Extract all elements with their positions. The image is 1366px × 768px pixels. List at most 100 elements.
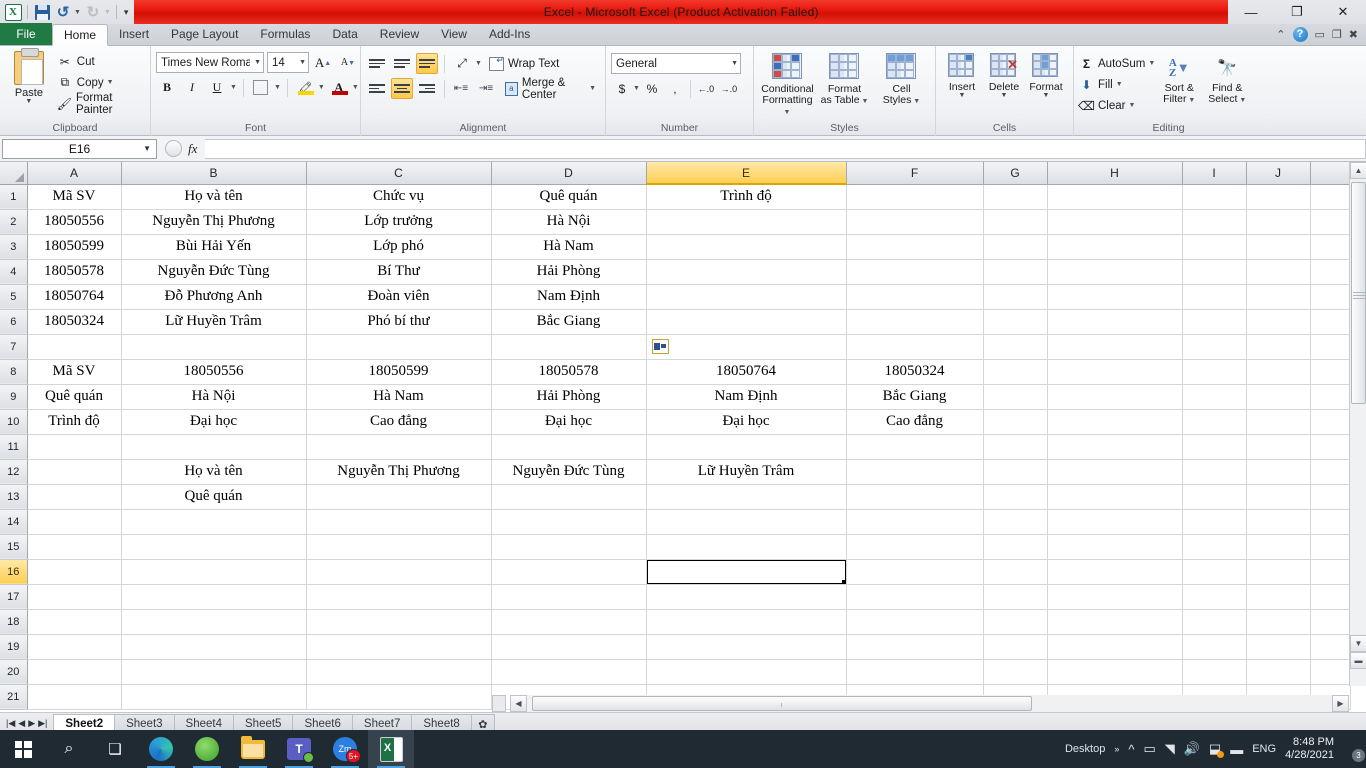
tab-formulas[interactable]: Formulas — [249, 23, 321, 45]
cell-J14[interactable] — [1246, 509, 1311, 535]
cell-J7[interactable] — [1246, 334, 1311, 360]
cell-A12[interactable] — [27, 459, 122, 485]
cell-F16[interactable] — [846, 559, 984, 585]
unikey-icon[interactable] — [184, 730, 230, 768]
scroll-left-button[interactable]: ◀ — [510, 695, 527, 712]
prev-sheet-button[interactable]: ◀ — [18, 718, 25, 729]
cell-D10[interactable]: Đại học — [491, 409, 647, 435]
cell-G19[interactable] — [983, 634, 1048, 660]
cell-F14[interactable] — [846, 509, 984, 535]
split-pane-button[interactable]: ▬ — [1350, 652, 1366, 669]
cell-1[interactable] — [1310, 184, 1351, 210]
cell-B4[interactable]: Nguyễn Đức Tùng — [121, 259, 307, 285]
cell-D12[interactable]: Nguyễn Đức Tùng — [491, 459, 647, 485]
cell-E3[interactable] — [646, 234, 847, 260]
cell-H19[interactable] — [1047, 634, 1183, 660]
borders-dropdown-icon[interactable]: ▼ — [274, 84, 281, 91]
cell-H8[interactable] — [1047, 359, 1183, 385]
cell-H20[interactable] — [1047, 659, 1183, 685]
cell-B5[interactable]: Đỗ Phương Anh — [121, 284, 307, 310]
desktop-peek-label[interactable]: Desktop — [1065, 743, 1105, 755]
cell-B19[interactable] — [121, 634, 307, 660]
cell-E20[interactable] — [646, 659, 847, 685]
cell-C12[interactable]: Nguyễn Thị Phương — [306, 459, 492, 485]
bold-button[interactable]: B — [156, 77, 178, 98]
insert-function-icon[interactable]: fx — [188, 141, 197, 157]
cell-A6[interactable]: 18050324 — [27, 309, 122, 335]
doc-restore-icon[interactable]: ❐ — [1332, 28, 1342, 41]
row-header-15[interactable]: 15 — [0, 534, 28, 560]
cell-C9[interactable]: Hà Nam — [306, 384, 492, 410]
cell-20[interactable] — [1310, 659, 1351, 685]
font-name-combo[interactable]: Times New Roman ▼ — [156, 52, 264, 73]
cell-I3[interactable] — [1182, 234, 1247, 260]
sort-filter-dropdown-icon[interactable]: ▼ — [1188, 97, 1195, 104]
cell-A16[interactable] — [27, 559, 122, 585]
cell-C14[interactable] — [306, 509, 492, 535]
fill-color-dropdown-icon[interactable]: ▼ — [318, 84, 325, 91]
tab-data[interactable]: Data — [321, 23, 368, 45]
cell-I9[interactable] — [1182, 384, 1247, 410]
cell-J1[interactable] — [1246, 184, 1311, 210]
cell-F1[interactable] — [846, 184, 984, 210]
teams-icon[interactable]: T — [276, 730, 322, 768]
delete-cells-button[interactable]: ✕ Delete ▼ — [983, 51, 1025, 99]
cell-9[interactable] — [1310, 384, 1351, 410]
underline-dropdown-icon[interactable]: ▼ — [230, 84, 237, 91]
task-view-icon[interactable]: ❏ — [92, 730, 138, 768]
undo-dropdown-icon[interactable]: ▼ — [74, 9, 81, 16]
cell-E10[interactable]: Đại học — [646, 409, 847, 435]
cell-B21[interactable] — [121, 684, 307, 710]
doc-minimize-icon[interactable]: ▭ — [1315, 28, 1325, 41]
cell-A8[interactable]: Mã SV — [27, 359, 122, 385]
autosum-dropdown-icon[interactable]: ▼ — [1148, 60, 1155, 67]
cell-B20[interactable] — [121, 659, 307, 685]
cell-B15[interactable] — [121, 534, 307, 560]
cell-I11[interactable] — [1182, 434, 1247, 460]
font-color-dropdown-icon[interactable]: ▼ — [352, 84, 359, 91]
cell-H15[interactable] — [1047, 534, 1183, 560]
cell-A13[interactable] — [27, 484, 122, 510]
cell-C1[interactable]: Chức vụ — [306, 184, 492, 210]
column-header-c[interactable]: C — [306, 162, 492, 185]
increase-indent-button[interactable]: ⇥≡ — [476, 78, 498, 99]
cell-D17[interactable] — [491, 584, 647, 610]
cell-J15[interactable] — [1246, 534, 1311, 560]
tab-review[interactable]: Review — [369, 23, 430, 45]
tab-split-handle[interactable] — [492, 695, 506, 712]
cell-D9[interactable]: Hải Phòng — [491, 384, 647, 410]
cell-J3[interactable] — [1246, 234, 1311, 260]
align-middle-button[interactable] — [391, 53, 413, 74]
cell-H11[interactable] — [1047, 434, 1183, 460]
next-sheet-button[interactable]: ▶ — [28, 718, 35, 729]
merge-center-button[interactable]: a Merge & Center ▼ — [501, 77, 600, 101]
clock[interactable]: 8:48 PM 4/28/2021 — [1285, 736, 1334, 762]
cell-D6[interactable]: Bắc Giang — [491, 309, 647, 335]
cell-H1[interactable] — [1047, 184, 1183, 210]
cell-I5[interactable] — [1182, 284, 1247, 310]
cell-J19[interactable] — [1246, 634, 1311, 660]
edge-icon[interactable] — [138, 730, 184, 768]
cell-G13[interactable] — [983, 484, 1048, 510]
cell-B16[interactable] — [121, 559, 307, 585]
cell-D16[interactable] — [491, 559, 647, 585]
cell-J18[interactable] — [1246, 609, 1311, 635]
cell-H10[interactable] — [1047, 409, 1183, 435]
cell-E2[interactable] — [646, 209, 847, 235]
start-icon[interactable] — [0, 730, 46, 768]
find-select-dropdown-icon[interactable]: ▼ — [1239, 97, 1246, 104]
fill-handle[interactable] — [841, 579, 845, 583]
tray-overflow-icon[interactable]: » — [1114, 744, 1119, 754]
cell-C11[interactable] — [306, 434, 492, 460]
cell-B7[interactable] — [121, 334, 307, 360]
row-header-5[interactable]: 5 — [0, 284, 28, 310]
cell-E17[interactable] — [646, 584, 847, 610]
cell-F11[interactable] — [846, 434, 984, 460]
cell-D14[interactable] — [491, 509, 647, 535]
cell-E5[interactable] — [646, 284, 847, 310]
grow-font-button[interactable]: A ▲ — [312, 52, 334, 73]
cell-J9[interactable] — [1246, 384, 1311, 410]
cell-C16[interactable] — [306, 559, 492, 585]
row-header-21[interactable]: 21 — [0, 684, 28, 710]
cell-E14[interactable] — [646, 509, 847, 535]
